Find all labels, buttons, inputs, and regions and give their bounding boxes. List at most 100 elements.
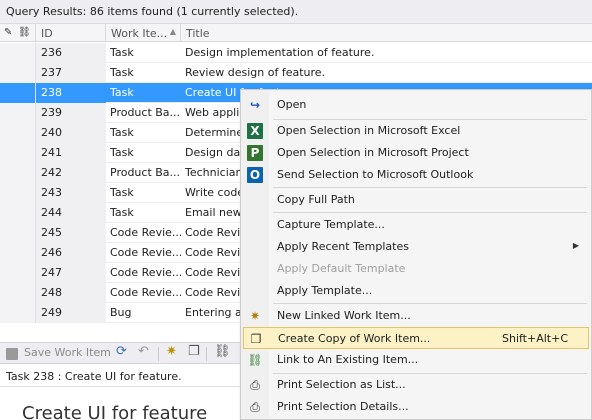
toolbar-separator (206, 347, 207, 361)
new-linked-item-icon[interactable]: ✷ (166, 344, 177, 360)
grid-header: ✎ ⛓ ID Work Ite... ▲ Title (0, 24, 592, 42)
cell-id: 247 (36, 263, 106, 283)
open-arrow-icon: ↪ (249, 98, 261, 112)
cell-type: Task (110, 206, 134, 219)
row-gutter (0, 263, 36, 283)
menu-item-new-linked-work-item[interactable]: ✷ New Linked Work Item... (243, 305, 589, 327)
menu-item-copy-full-path[interactable]: Copy Full Path (243, 189, 589, 211)
row-gutter (0, 63, 36, 83)
row-gutter (0, 143, 36, 163)
menu-item-label: Create Copy of Work Item... (278, 332, 431, 345)
menu-item-label: Copy Full Path (277, 193, 355, 206)
menu-item-label: Link to An Existing Item... (277, 353, 419, 366)
menu-item-label: Print Selection as List... (277, 378, 406, 391)
column-header-id-label: ID (41, 27, 53, 40)
printer-icon: ⎙ (250, 378, 260, 392)
menu-item-label: Print Selection Details... (277, 400, 409, 413)
table-row[interactable]: 237 Task Review design of feature. (0, 63, 592, 83)
link-existing-icon: ⛓ (247, 353, 263, 367)
cell-type: Task (110, 186, 134, 199)
cell-id: 243 (36, 183, 106, 203)
cell-type: Task (110, 146, 134, 159)
menu-item-apply-recent-templates[interactable]: Apply Recent Templates ▶ (243, 236, 589, 258)
refresh-icon[interactable]: ⟳ (116, 344, 127, 360)
row-gutter (0, 183, 36, 203)
column-header-title-label: Title (186, 27, 210, 40)
row-gutter (0, 243, 36, 263)
column-header-title[interactable]: Title (181, 24, 592, 42)
menu-item-label: Apply Default Template (277, 262, 406, 275)
menu-item-label: Apply Template... (277, 284, 373, 297)
cell-type: Task (110, 46, 134, 59)
menu-item-link-existing[interactable]: ⛓ Link to An Existing Item... (243, 349, 589, 371)
query-results-window: Query Results: 86 items found (1 current… (0, 0, 592, 420)
cell-id: 248 (36, 283, 106, 303)
cell-type: Code Revie... (110, 266, 181, 279)
pencil-icon[interactable]: ✎ (4, 27, 12, 38)
row-gutter (0, 163, 36, 183)
menu-separator (273, 187, 587, 188)
menu-separator (273, 303, 587, 304)
outlook-icon: O (247, 167, 263, 183)
link-icon[interactable]: ⛓ (18, 27, 31, 38)
work-item-title[interactable]: Create UI for feature (22, 403, 207, 420)
context-menu: ↪ Open X Open Selection in Microsoft Exc… (240, 89, 592, 420)
cell-id: 238 (36, 83, 106, 103)
link-icon[interactable]: ⛓ (214, 344, 231, 360)
menu-item-send-outlook[interactable]: O Send Selection to Microsoft Outlook (243, 164, 589, 186)
menu-item-open[interactable]: ↪ Open (243, 94, 589, 116)
menu-item-print-list[interactable]: ⎙ Print Selection as List... (243, 374, 589, 396)
menu-item-label: Open (277, 98, 307, 111)
cell-type: Product Ba... (110, 166, 181, 179)
row-gutter (0, 283, 36, 303)
menu-item-label: Apply Recent Templates (277, 240, 409, 253)
submenu-arrow-icon: ▶ (572, 241, 579, 250)
cell-type: Code Revie... (110, 246, 181, 259)
menu-item-create-copy[interactable]: ❐ Create Copy of Work Item... Shift+Alt+… (243, 327, 589, 349)
row-gutter (0, 103, 36, 123)
cell-id: 240 (36, 123, 106, 143)
cell-type: Product Ba... (110, 106, 181, 119)
cell-type: Task (110, 86, 134, 99)
project-icon: P (247, 145, 263, 161)
save-work-item-button[interactable]: Save Work Item (24, 346, 111, 362)
menu-item-label: Capture Template... (277, 218, 385, 231)
cell-id: 241 (36, 143, 106, 163)
cell-id: 249 (36, 303, 106, 323)
cell-id: 239 (36, 103, 106, 123)
menu-item-shortcut: Shift+Alt+C (501, 332, 568, 345)
row-gutter (0, 83, 36, 103)
row-gutter (0, 203, 36, 223)
cell-id: 245 (36, 223, 106, 243)
copy-icon: ❐ (250, 332, 262, 346)
printer-icon: ⎙ (250, 400, 260, 414)
cell-type: Task (110, 66, 134, 79)
new-linked-item-icon: ✷ (249, 309, 261, 323)
cell-type: Code Revie... (110, 286, 181, 299)
copy-icon[interactable]: ❐ (188, 344, 200, 360)
cell-title: Design implementation of feature. (185, 46, 375, 59)
menu-item-open-excel[interactable]: X Open Selection in Microsoft Excel (243, 120, 589, 142)
cell-id: 246 (36, 243, 106, 263)
cell-id: 237 (36, 63, 106, 83)
menu-item-capture-template[interactable]: Capture Template... (243, 214, 589, 236)
cell-title: Review design of feature. (185, 66, 326, 79)
toolbar-separator (158, 347, 159, 361)
column-header-type-label: Work Ite... (111, 27, 168, 40)
menu-item-label: Send Selection to Microsoft Outlook (277, 168, 474, 181)
column-header-work-item-type[interactable]: Work Ite... ▲ (106, 24, 181, 42)
sort-arrow-icon: ▲ (169, 27, 176, 36)
cell-id: 242 (36, 163, 106, 183)
undo-icon[interactable]: ↶ (138, 344, 149, 360)
menu-item-apply-default-template: Apply Default Template (243, 258, 589, 280)
table-row[interactable]: 236 Task Design implementation of feature. (0, 43, 592, 63)
menu-item-apply-template[interactable]: Apply Template... (243, 280, 589, 302)
excel-icon: X (247, 123, 263, 139)
menu-item-open-project[interactable]: P Open Selection in Microsoft Project (243, 142, 589, 164)
cell-type: Bug (110, 306, 132, 319)
cell-id: 244 (36, 203, 106, 223)
column-header-id[interactable]: ID (36, 24, 106, 42)
menu-item-print-details[interactable]: ⎙ Print Selection Details... (243, 396, 589, 418)
menu-item-label: Open Selection in Microsoft Project (277, 146, 469, 159)
row-gutter (0, 43, 36, 63)
